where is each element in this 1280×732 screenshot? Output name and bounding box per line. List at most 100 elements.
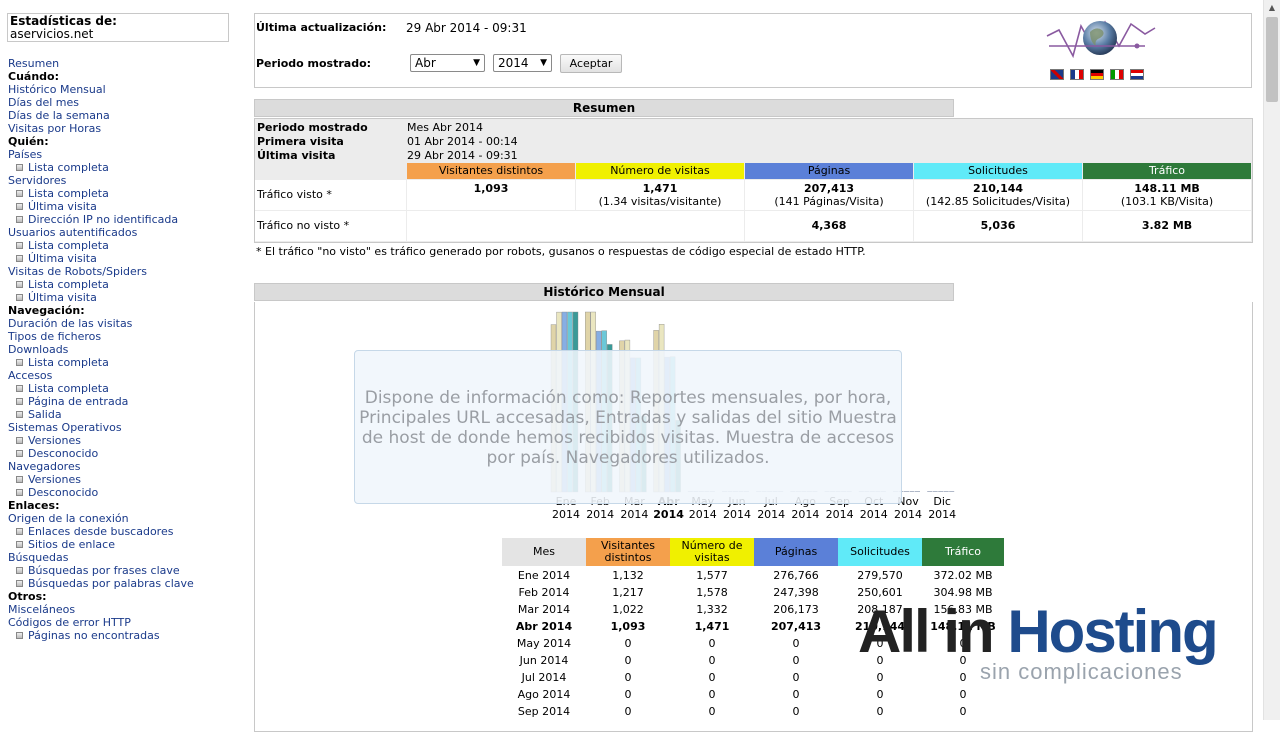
sidebar-item-label: Búsquedas por palabras clave	[28, 577, 194, 590]
italy-flag-icon[interactable]	[1110, 69, 1124, 80]
sidebar-item[interactable]: Lista completa	[8, 187, 248, 200]
sidebar-item[interactable]: Búsquedas por frases clave	[8, 564, 248, 577]
sidebar-item-label: Downloads	[8, 343, 69, 356]
sidebar-item[interactable]: Días del mes	[8, 96, 248, 109]
sidebar-item-label: Sistemas Operativos	[8, 421, 122, 434]
site-name-box: Estadísticas de: aservicios.net	[7, 13, 229, 42]
sidebar-item[interactable]: Última visita	[8, 200, 248, 213]
table-cell-pages: 0	[792, 671, 800, 684]
sidebar-item[interactable]: Versiones	[8, 473, 248, 486]
accept-button[interactable]: Aceptar	[560, 54, 622, 73]
sidebar-item[interactable]: Dirección IP no identificada	[8, 213, 248, 226]
sidebar-item-label: Última visita	[28, 252, 97, 265]
sidebar-item[interactable]: Misceláneos	[8, 603, 248, 616]
france-flag-icon[interactable]	[1070, 69, 1084, 80]
sidebar-item-label: Usuarios autentificados	[8, 226, 138, 239]
watermark-tagline: sin complicaciones	[980, 659, 1183, 684]
sidebar-item[interactable]: Lista completa	[8, 382, 248, 395]
chart-bar	[904, 491, 909, 492]
year-select[interactable]: 2014 ▼	[493, 54, 552, 72]
sidebar-item[interactable]: Sistemas Operativos	[8, 421, 248, 434]
table-cell-visitors: 0	[624, 671, 632, 684]
sidebar-item-label: Quién:	[8, 135, 49, 148]
unseen-requests-cell: 5,036	[914, 211, 1082, 241]
sidebar-item[interactable]: Búsquedas por palabras clave	[8, 577, 248, 590]
scroll-up-arrow-icon[interactable]: ▲	[1264, 0, 1280, 16]
sidebar-item[interactable]: Página de entrada	[8, 395, 248, 408]
unseen-pages-cell: 4,368	[745, 211, 913, 241]
sidebar-item[interactable]: Servidores	[8, 174, 248, 187]
sidebar-item-label: Visitas por Horas	[8, 122, 102, 135]
table-cell-pages: 0	[792, 654, 800, 667]
sidebar-item[interactable]: Códigos de error HTTP	[8, 616, 248, 629]
scrollbar-thumb[interactable]	[1266, 17, 1278, 102]
sidebar-item[interactable]: Accesos	[8, 369, 248, 382]
sidebar-item[interactable]: Downloads	[8, 343, 248, 356]
last-visit-value: 29 Abr 2014 - 09:31	[407, 149, 518, 162]
netherlands-flag-icon[interactable]	[1130, 69, 1144, 80]
sidebar-item[interactable]: Lista completa	[8, 239, 248, 252]
sidebar-item-label: Servidores	[8, 174, 67, 187]
sidebar-item[interactable]: Páginas no encontradas	[8, 629, 248, 642]
sidebar-item[interactable]: Tipos de ficheros	[8, 330, 248, 343]
chart-month-year: 2014	[620, 508, 649, 521]
sidebar-item-label: Días de la semana	[8, 109, 110, 122]
table-cell-visitors: 0	[624, 637, 632, 650]
sidebar-item[interactable]: Navegadores	[8, 460, 248, 473]
seen-traffic-label: Tráfico visto *	[255, 180, 406, 210]
sidebar-item-label: Lista completa	[28, 278, 109, 291]
chart-bar	[932, 491, 938, 492]
chart-month-year: 2014	[723, 508, 751, 521]
sidebar-item-label: Accesos	[8, 369, 53, 382]
sidebar-item[interactable]: Lista completa	[8, 278, 248, 291]
month-select-value: Abr	[415, 56, 436, 70]
sidebar-item[interactable]: Lista completa	[8, 356, 248, 369]
sidebar-item[interactable]: Última visita	[8, 291, 248, 304]
sidebar-item-label: Última visita	[28, 200, 97, 213]
sidebar-item-label: Histórico Mensual	[8, 83, 106, 96]
sidebar-item[interactable]: Usuarios autentificados	[8, 226, 248, 239]
sidebar-item[interactable]: Desconocido	[8, 486, 248, 499]
sub-item-bullet-icon	[16, 203, 23, 210]
table-cell-visitors: 0	[624, 688, 632, 701]
vertical-scrollbar[interactable]: ▲	[1263, 0, 1280, 720]
table-cell-requests: 0	[876, 705, 884, 718]
sidebar-item[interactable]: Resumen	[8, 57, 248, 70]
language-flags	[1050, 69, 1150, 82]
sidebar-item[interactable]: Desconocido	[8, 447, 248, 460]
sidebar-item-label: Enlaces:	[8, 499, 60, 512]
last-update-label: Última actualización:	[256, 21, 387, 34]
sidebar-item[interactable]: Última visita	[8, 252, 248, 265]
sidebar-item[interactable]: Visitas de Robots/Spiders	[8, 265, 248, 278]
uk-flag-icon[interactable]	[1050, 69, 1064, 80]
sidebar-item[interactable]: Visitas por Horas	[8, 122, 248, 135]
chart-month-name: Dic	[933, 495, 951, 508]
sidebar-item[interactable]: Búsquedas	[8, 551, 248, 564]
sidebar-item[interactable]: Salida	[8, 408, 248, 421]
sidebar-item[interactable]: Sitios de enlace	[8, 538, 248, 551]
sidebar-item-label: Origen de la conexión	[8, 512, 129, 525]
sub-item-bullet-icon	[16, 294, 23, 301]
resumen-table: Periodo mostrado Mes Abr 2014 Primera vi…	[254, 118, 1253, 243]
table-cell-requests: 279,570	[857, 569, 903, 582]
chart-month-year: 2014	[928, 508, 957, 521]
seen-visits-cell: 1,471 (1.34 visitas/visitante)	[576, 180, 744, 210]
sidebar-item-label: Sitios de enlace	[28, 538, 115, 551]
sidebar-item[interactable]: Enlaces desde buscadores	[8, 525, 248, 538]
sidebar-item[interactable]: Versiones	[8, 434, 248, 447]
sidebar-item[interactable]: Días de la semana	[8, 109, 248, 122]
sidebar-item[interactable]: Lista completa	[8, 161, 248, 174]
seen-traffic-sub: (103.1 KB/Visita)	[1120, 195, 1214, 208]
sidebar-item[interactable]: Países	[8, 148, 248, 161]
sidebar-item[interactable]: Duración de las visitas	[8, 317, 248, 330]
year-select-value: 2014	[498, 56, 529, 70]
table-header-traffic: Tráfico	[922, 538, 1004, 566]
header-panel: Última actualización: 29 Abr 2014 - 09:3…	[254, 13, 1252, 88]
table-cell-visits: 0	[708, 688, 716, 701]
sidebar-item-label: Versiones	[28, 434, 81, 447]
sidebar-item[interactable]: Origen de la conexión	[8, 512, 248, 525]
month-select[interactable]: Abr ▼	[410, 54, 485, 72]
germany-flag-icon[interactable]	[1090, 69, 1104, 80]
sidebar-item[interactable]: Histórico Mensual	[8, 83, 248, 96]
sidebar-section-heading: Cuándo:	[8, 70, 248, 83]
